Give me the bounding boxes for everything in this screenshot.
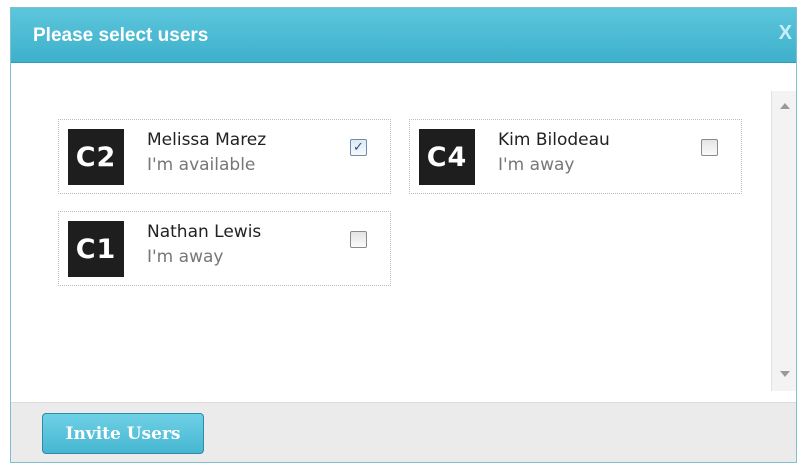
user-status: I'm away — [498, 155, 575, 175]
user-select-checkbox[interactable] — [350, 231, 367, 248]
user-select-checkbox[interactable]: ✓ — [350, 139, 367, 156]
avatar: C2 — [68, 129, 124, 185]
scroll-down-arrow-icon[interactable] — [780, 371, 790, 377]
invite-users-button[interactable]: Invite Users — [42, 413, 204, 454]
scroll-up-arrow-icon[interactable] — [780, 103, 790, 109]
user-card-nathan-lewis[interactable]: C1 Nathan Lewis I'm away — [58, 211, 391, 286]
user-card-melissa-marez[interactable]: C2 Melissa Marez I'm available ✓ — [58, 119, 391, 194]
dialog-footer: Invite Users — [11, 402, 796, 462]
user-select-checkbox[interactable] — [701, 139, 718, 156]
avatar: C1 — [68, 221, 124, 277]
user-name: Melissa Marez — [147, 130, 267, 150]
close-icon[interactable]: X — [779, 22, 792, 45]
select-users-dialog: Please select users X C2 Melissa Marez I… — [10, 7, 797, 463]
avatar: C4 — [419, 129, 475, 185]
user-name: Nathan Lewis — [147, 222, 262, 242]
user-status: I'm available — [147, 155, 256, 175]
checkmark-icon: ✓ — [353, 140, 364, 155]
user-list: C2 Melissa Marez I'm available ✓ C4 Kim … — [11, 63, 796, 402]
user-card-kim-bilodeau[interactable]: C4 Kim Bilodeau I'm away — [409, 119, 742, 194]
user-name: Kim Bilodeau — [498, 130, 610, 150]
dialog-title-bar[interactable]: Please select users X — [11, 8, 796, 63]
user-status: I'm away — [147, 247, 224, 267]
dialog-title: Please select users — [33, 25, 209, 46]
vertical-scrollbar[interactable] — [771, 91, 796, 391]
